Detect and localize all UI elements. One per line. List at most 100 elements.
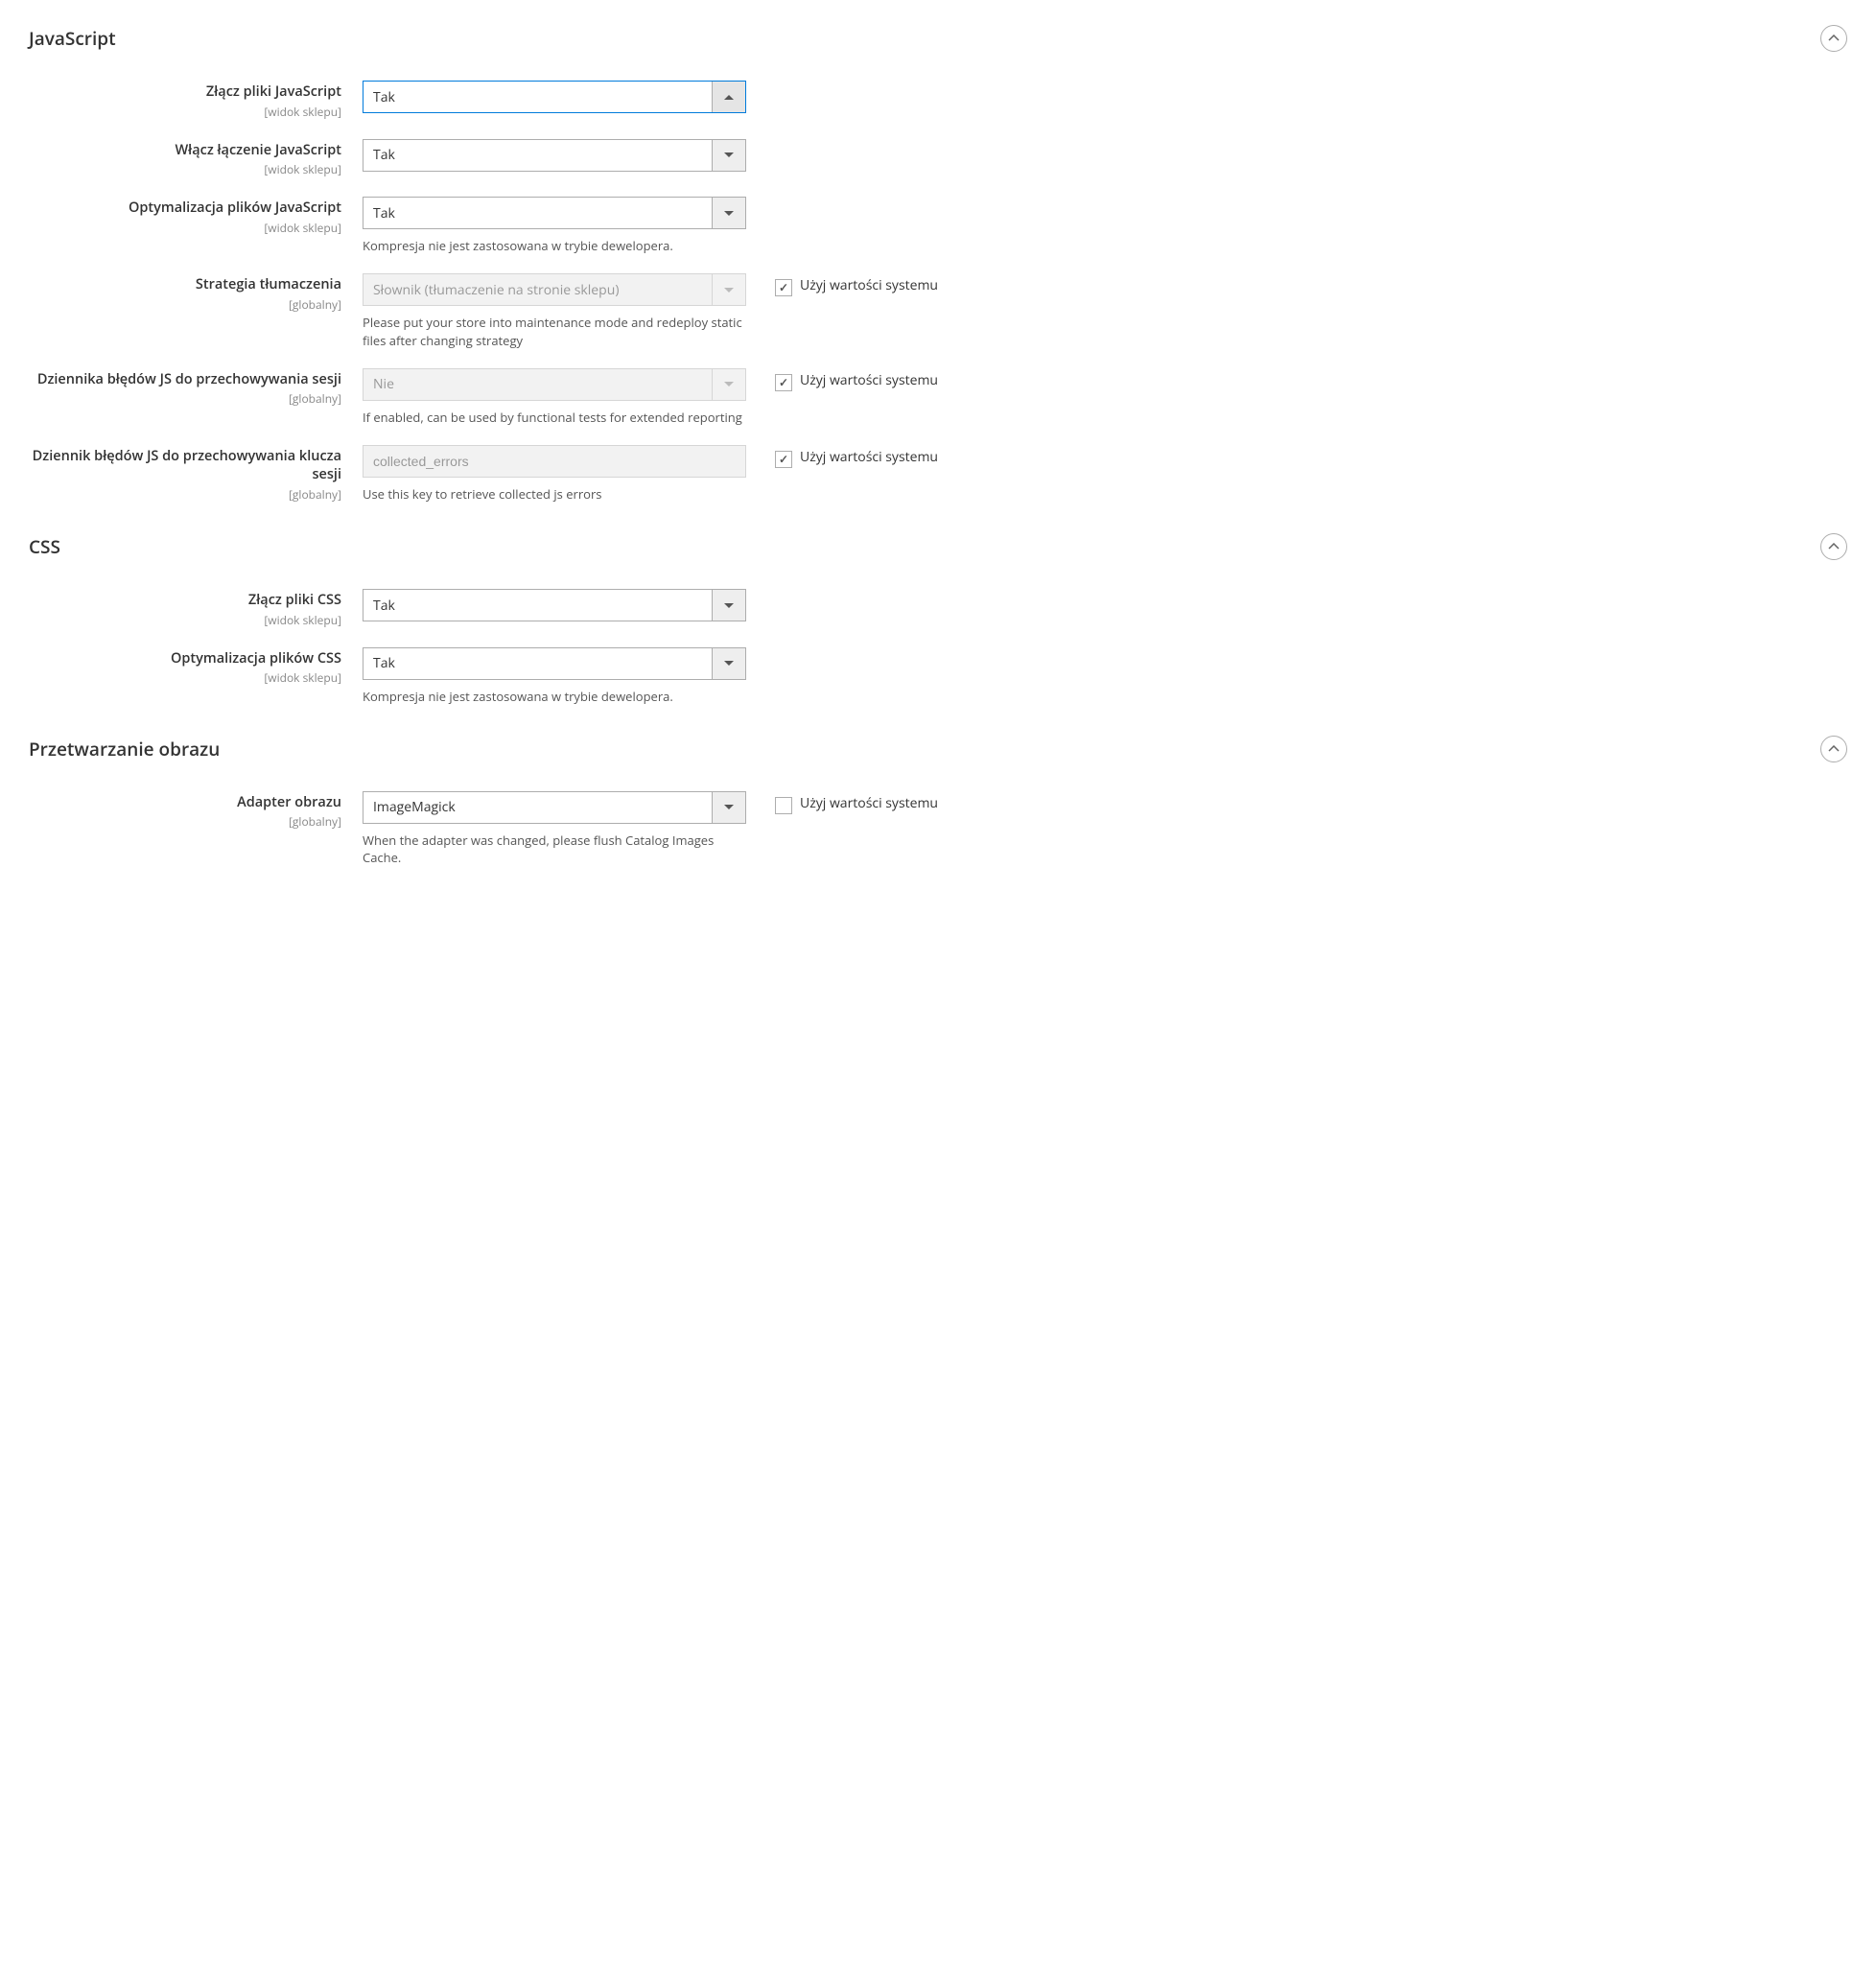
select-value: Tak [363, 648, 712, 679]
scope-label: [globalny] [29, 296, 341, 313]
use-default-col: Użyj wartości systemu [746, 368, 938, 391]
use-default-label: Użyj wartości systemu [800, 372, 938, 390]
chevron-down-icon [712, 198, 745, 228]
chevron-up-icon [1820, 25, 1847, 52]
field-label: Adapter obrazu [29, 793, 341, 812]
select-value: Nie [363, 369, 712, 400]
label-col: Złącz pliki CSS [widok sklepu] [29, 589, 363, 628]
section-title: Przetwarzanie obrazu [29, 737, 220, 761]
label-col: Dziennik błędów JS do przechowywania klu… [29, 445, 363, 503]
label-col: Strategia tłumaczenia [globalny] [29, 273, 363, 313]
use-default-checkbox[interactable] [775, 374, 792, 391]
control-col: Tak [363, 589, 746, 621]
section-body: Adapter obrazu [globalny] ImageMagick Wh… [29, 768, 1847, 866]
chevron-down-icon [712, 648, 745, 679]
use-default-label: Użyj wartości systemu [800, 449, 938, 467]
field-note: Please put your store into maintenance m… [363, 314, 746, 348]
scope-label: [widok sklepu] [29, 161, 341, 177]
select-value: Słownik (tłumaczenie na stronie sklepu) [363, 274, 712, 305]
chevron-up-icon [1820, 736, 1847, 762]
merge-css-select[interactable]: Tak [363, 589, 746, 621]
use-default-checkbox[interactable] [775, 797, 792, 814]
chevron-down-icon [712, 590, 745, 621]
control-col: Nie If enabled, can be used by functiona… [363, 368, 746, 426]
section-body: Złącz pliki JavaScript [widok sklepu] Ta… [29, 58, 1847, 503]
select-value: Tak [363, 590, 712, 621]
scope-label: [globalny] [29, 813, 341, 830]
label-col: Dziennika błędów JS do przechowywania se… [29, 368, 363, 408]
use-default-col: Użyj wartości systemu [746, 273, 938, 296]
use-default-label: Użyj wartości systemu [800, 795, 938, 813]
field-translation-strategy: Strategia tłumaczenia [globalny] Słownik… [29, 273, 1847, 348]
merge-js-select[interactable]: Tak [363, 81, 746, 113]
select-value: ImageMagick [363, 792, 712, 823]
section-body: Złącz pliki CSS [widok sklepu] Tak Optym… [29, 566, 1847, 705]
field-label: Strategia tłumaczenia [29, 275, 341, 294]
label-col: Optymalizacja plików CSS [widok sklepu] [29, 647, 363, 687]
field-label: Złącz pliki JavaScript [29, 82, 341, 102]
chevron-down-icon [712, 369, 745, 400]
enable-js-bundling-select[interactable]: Tak [363, 139, 746, 172]
select-value: Tak [363, 82, 712, 112]
control-col: Słownik (tłumaczenie na stronie sklepu) … [363, 273, 746, 348]
field-label: Optymalizacja plików CSS [29, 649, 341, 668]
control-col: Tak [363, 81, 746, 113]
field-label: Złącz pliki CSS [29, 591, 341, 610]
field-label: Dziennika błędów JS do przechowywania se… [29, 370, 341, 389]
field-js-error-log-session: Dziennika błędów JS do przechowywania se… [29, 368, 1847, 426]
scope-label: [globalny] [29, 390, 341, 407]
image-adapter-select[interactable]: ImageMagick [363, 791, 746, 824]
control-col: Tak Kompresja nie jest zastosowana w try… [363, 197, 746, 254]
js-error-log-key-input [363, 445, 746, 478]
field-minify-css: Optymalizacja plików CSS [widok sklepu] … [29, 647, 1847, 705]
section-toggle-javascript[interactable]: JavaScript [29, 19, 1847, 58]
label-col: Włącz łączenie JavaScript [widok sklepu] [29, 139, 363, 178]
chevron-down-icon [712, 140, 745, 171]
translation-strategy-select: Słownik (tłumaczenie na stronie sklepu) [363, 273, 746, 306]
field-label: Dziennik błędów JS do przechowywania klu… [29, 447, 341, 484]
control-col: Tak [363, 139, 746, 172]
field-merge-js: Złącz pliki JavaScript [widok sklepu] Ta… [29, 81, 1847, 120]
control-col: Use this key to retrieve collected js er… [363, 445, 746, 503]
use-default-col: Użyj wartości systemu [746, 445, 938, 468]
field-note: Kompresja nie jest zastosowana w trybie … [363, 688, 746, 705]
field-enable-js-bundling: Włącz łączenie JavaScript [widok sklepu]… [29, 139, 1847, 178]
section-title: JavaScript [29, 26, 116, 51]
select-value: Tak [363, 198, 712, 228]
select-value: Tak [363, 140, 712, 171]
field-note: Kompresja nie jest zastosowana w trybie … [363, 237, 746, 254]
scope-label: [widok sklepu] [29, 612, 341, 628]
scope-label: [widok sklepu] [29, 669, 341, 686]
chevron-up-icon [712, 82, 745, 112]
scope-label: [widok sklepu] [29, 104, 341, 120]
section-toggle-image-processing[interactable]: Przetwarzanie obrazu [29, 730, 1847, 768]
minify-css-select[interactable]: Tak [363, 647, 746, 680]
chevron-up-icon [1820, 533, 1847, 560]
section-title: CSS [29, 534, 60, 559]
use-default-checkbox[interactable] [775, 279, 792, 296]
use-default-col: Użyj wartości systemu [746, 791, 938, 814]
field-note: When the adapter was changed, please flu… [363, 832, 746, 866]
label-col: Złącz pliki JavaScript [widok sklepu] [29, 81, 363, 120]
field-image-adapter: Adapter obrazu [globalny] ImageMagick Wh… [29, 791, 1847, 866]
label-col: Optymalizacja plików JavaScript [widok s… [29, 197, 363, 236]
label-col: Adapter obrazu [globalny] [29, 791, 363, 831]
minify-js-select[interactable]: Tak [363, 197, 746, 229]
field-js-error-log-key: Dziennik błędów JS do przechowywania klu… [29, 445, 1847, 503]
scope-label: [widok sklepu] [29, 220, 341, 236]
field-label: Włącz łączenie JavaScript [29, 141, 341, 160]
section-css: CSS Złącz pliki CSS [widok sklepu] Tak O… [29, 527, 1847, 705]
field-merge-css: Złącz pliki CSS [widok sklepu] Tak [29, 589, 1847, 628]
use-default-label: Użyj wartości systemu [800, 277, 938, 295]
section-image-processing: Przetwarzanie obrazu Adapter obrazu [glo… [29, 730, 1847, 866]
field-note: If enabled, can be used by functional te… [363, 409, 746, 426]
chevron-down-icon [712, 274, 745, 305]
field-minify-js: Optymalizacja plików JavaScript [widok s… [29, 197, 1847, 254]
field-note: Use this key to retrieve collected js er… [363, 485, 746, 503]
scope-label: [globalny] [29, 486, 341, 503]
section-toggle-css[interactable]: CSS [29, 527, 1847, 566]
use-default-checkbox[interactable] [775, 451, 792, 468]
field-label: Optymalizacja plików JavaScript [29, 199, 341, 218]
section-javascript: JavaScript Złącz pliki JavaScript [widok… [29, 19, 1847, 503]
control-col: Tak Kompresja nie jest zastosowana w try… [363, 647, 746, 705]
